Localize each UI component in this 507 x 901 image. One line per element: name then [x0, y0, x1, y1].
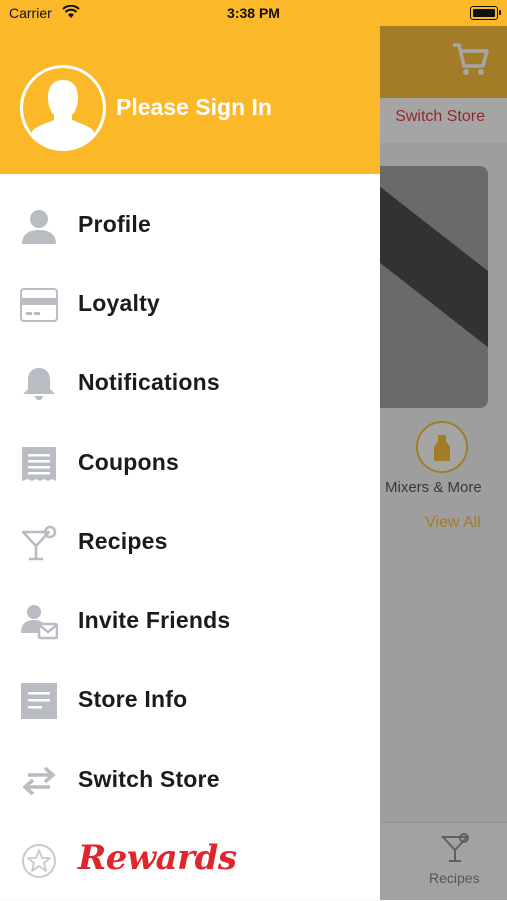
status-bar: Carrier 3:38 PM — [0, 0, 507, 26]
menu-item-invite-friends[interactable]: Invite Friends — [0, 592, 380, 652]
status-time: 3:38 PM — [227, 5, 280, 21]
menu-item-label: Invite Friends — [78, 607, 231, 633]
menu-item-label: Recipes — [78, 528, 168, 554]
avatar[interactable] — [20, 65, 106, 151]
menu-item-label: Profile — [78, 211, 151, 237]
menu-item-label: Store Info — [78, 686, 188, 712]
bell-icon — [23, 368, 55, 400]
menu-item-label: Coupons — [78, 449, 180, 475]
star-icon — [22, 844, 56, 878]
menu-item-loyalty[interactable]: Loyalty — [0, 275, 380, 335]
menu-item-label: Loyalty — [78, 290, 160, 316]
side-drawer: Please Sign In Profile Loyalty Notificat… — [0, 0, 380, 900]
menu-item-store-info[interactable]: Store Info — [0, 671, 380, 731]
drawer-header[interactable]: Please Sign In — [0, 26, 380, 174]
receipt-icon — [22, 447, 56, 481]
menu-item-profile[interactable]: Profile — [0, 196, 380, 256]
battery-icon — [470, 6, 501, 20]
menu-item-label: Notifications — [78, 369, 220, 395]
sign-in-label[interactable]: Please Sign In — [116, 94, 272, 121]
person-icon — [22, 210, 56, 244]
cocktail-icon — [21, 525, 57, 561]
menu-item-recipes[interactable]: Recipes — [0, 513, 380, 573]
swap-arrows-icon — [22, 766, 56, 796]
menu-item-label: Switch Store — [78, 766, 220, 792]
document-icon — [21, 683, 57, 719]
menu-item-switch-store[interactable]: Switch Store — [0, 751, 380, 811]
menu-item-coupons[interactable]: Coupons — [0, 434, 380, 494]
invite-icon — [21, 605, 58, 640]
card-icon — [20, 288, 58, 322]
menu-item-notifications[interactable]: Notifications — [0, 354, 380, 414]
rewards-logo[interactable]: Rewards — [78, 838, 237, 878]
